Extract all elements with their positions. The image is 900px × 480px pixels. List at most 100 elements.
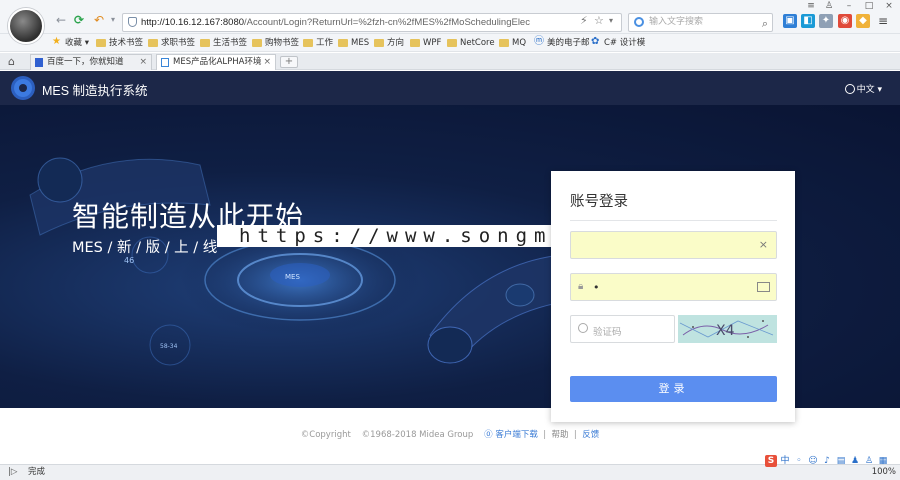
- footer: ©Copyright ©1968-2018 Midea Group ⓪ 客户端下…: [300, 430, 600, 440]
- bookmark-link[interactable]: ⓜ 美的电子邮: [534, 36, 590, 49]
- extension-icon[interactable]: ◧: [801, 14, 815, 28]
- extension-icon[interactable]: ◉: [838, 14, 852, 28]
- folder-icon: [148, 39, 158, 47]
- close-icon[interactable]: ×: [139, 55, 147, 70]
- extension-icon[interactable]: ◆: [856, 14, 870, 28]
- shirt-icon[interactable]: ♙: [863, 455, 875, 467]
- punctuation-icon[interactable]: ◦: [793, 455, 805, 467]
- refresh-icon[interactable]: ⟳: [72, 13, 86, 27]
- lightning-icon[interactable]: ⚡: [580, 14, 588, 27]
- menu-icon[interactable]: ≡: [876, 14, 890, 28]
- captcha-image[interactable]: X4: [678, 315, 777, 343]
- copyright-years: ©1968-2018 Midea Group: [361, 430, 474, 440]
- app-header: MES 制造执行系统 中文 ▾: [0, 71, 900, 105]
- home-icon[interactable]: ⌂: [8, 55, 15, 68]
- language-label: 中文: [856, 85, 875, 95]
- divider: [570, 220, 777, 221]
- input-method-tray: S 中 ◦ ☺ ♪ ▤ ♟ ♙ ▦: [765, 455, 889, 471]
- feedback-link[interactable]: 反馈: [582, 430, 599, 440]
- bookmark-folder[interactable]: WPF: [410, 37, 441, 49]
- captcha-noise: X4: [679, 320, 774, 339]
- language-selector[interactable]: 中文 ▾: [844, 82, 882, 95]
- folder-icon: [96, 39, 106, 47]
- user-icon[interactable]: ♟: [849, 455, 861, 467]
- folder-icon: [338, 39, 348, 47]
- sogou-icon[interactable]: S: [765, 455, 777, 467]
- bookmark-favorites[interactable]: ★ 收藏 ▾: [52, 36, 89, 49]
- search-placeholder: 输入文字搜索: [649, 17, 704, 27]
- search-box[interactable]: 输入文字搜索 ⌕: [628, 13, 773, 32]
- keyboard-icon[interactable]: [757, 282, 770, 292]
- bookmark-link[interactable]: ✿ C# 设计模: [591, 36, 645, 49]
- bookmark-folder[interactable]: NetCore: [447, 37, 495, 49]
- emoji-icon[interactable]: ☺: [807, 455, 819, 467]
- puzzle-icon[interactable]: ✦: [819, 14, 833, 28]
- search-icon[interactable]: ⌕: [762, 15, 768, 32]
- folder-icon: [447, 39, 457, 47]
- address-bar[interactable]: http://10.16.12.167:8080/Account/Login?R…: [122, 13, 622, 32]
- search-engine-icon: [634, 17, 644, 27]
- folder-icon: [499, 39, 509, 47]
- svg-text:58-34: 58-34: [160, 343, 178, 350]
- link-icon: ✿: [591, 36, 600, 47]
- shield-icon: [128, 17, 137, 27]
- tab-mes[interactable]: MES产品化ALPHA环境 ×: [156, 54, 276, 70]
- back-arrow-icon[interactable]: ←: [54, 13, 68, 27]
- login-title: 账号登录: [570, 194, 628, 210]
- shirt-icon[interactable]: ♙: [822, 1, 836, 11]
- bookmark-folder[interactable]: 技术书签: [96, 37, 143, 49]
- page: MES 制造执行系统 中文 ▾ MES 46 58-34 智能制造从此开始 ME…: [0, 71, 900, 464]
- help-link[interactable]: 帮助: [552, 430, 569, 440]
- bookmark-folder[interactable]: 求职书签: [148, 37, 195, 49]
- folder-icon: [303, 39, 313, 47]
- svg-text:46: 46: [124, 256, 134, 265]
- bookmark-folder[interactable]: 方向: [374, 37, 404, 49]
- bookmark-folder[interactable]: MES: [338, 37, 369, 49]
- paw-icon: [35, 58, 43, 67]
- tab-baidu[interactable]: 百度一下，你就知道 ×: [30, 54, 152, 70]
- undo-icon[interactable]: ↶: [92, 13, 106, 27]
- status-text: 完成: [28, 467, 46, 477]
- keyboard-icon[interactable]: ▤: [835, 455, 847, 467]
- chinese-mode-icon[interactable]: 中: [779, 455, 791, 467]
- close-icon[interactable]: ×: [263, 55, 271, 70]
- star-icon[interactable]: ☆: [594, 14, 604, 27]
- folder-icon: [252, 39, 262, 47]
- grid-icon[interactable]: ▦: [877, 455, 889, 467]
- mail-icon: ⓜ: [534, 36, 544, 47]
- bookmark-folder[interactable]: 购物书签: [252, 37, 299, 49]
- document-icon: [161, 58, 169, 67]
- close-icon[interactable]: ×: [882, 1, 896, 11]
- bookmark-folder[interactable]: 工作: [303, 37, 333, 49]
- password-field[interactable]: 🔒︎ •: [570, 273, 777, 301]
- bookmark-folder[interactable]: 生活书签: [200, 37, 247, 49]
- star-icon: ★: [52, 36, 61, 47]
- extension-icon[interactable]: ▣: [783, 14, 797, 28]
- login-panel: 账号登录 × 🔒︎ • 验证码 X4 登录: [551, 171, 795, 422]
- folder-icon: [200, 39, 210, 47]
- sidebar-toggle-icon[interactable]: |▷: [8, 465, 17, 479]
- clear-icon[interactable]: ×: [759, 238, 768, 251]
- address-host: http://10.16.12.167:8080: [141, 17, 245, 28]
- maximize-icon[interactable]: □: [862, 1, 876, 11]
- app-title: MES 制造执行系统: [42, 84, 148, 98]
- new-tab-button[interactable]: +: [280, 56, 298, 68]
- microphone-icon[interactable]: ♪: [821, 455, 833, 467]
- minimize-icon[interactable]: –: [842, 1, 856, 11]
- chevron-down-icon[interactable]: ▾: [106, 13, 120, 27]
- tab-strip: ⌂ 百度一下，你就知道 × MES产品化ALPHA环境 × +: [0, 53, 900, 70]
- download-link[interactable]: ⓪ 客户端下载: [484, 430, 538, 440]
- gear-logo-center: [19, 84, 27, 92]
- address-dropdown-icon[interactable]: ▾: [609, 16, 613, 25]
- captcha-input[interactable]: 验证码: [570, 315, 675, 343]
- globe-icon: [844, 84, 855, 94]
- lock-icon: 🔒︎: [578, 281, 584, 292]
- svg-text:MES: MES: [285, 273, 300, 281]
- login-button[interactable]: 登录: [570, 376, 777, 402]
- username-field[interactable]: ×: [570, 231, 777, 259]
- hero-subtitle: MES / 新 / 版 / 上 / 线: [72, 240, 218, 256]
- menu-icon[interactable]: ≡: [804, 1, 818, 11]
- folder-icon: [374, 39, 384, 47]
- avatar[interactable]: [8, 8, 44, 44]
- bookmark-folder[interactable]: MQ: [499, 37, 526, 49]
